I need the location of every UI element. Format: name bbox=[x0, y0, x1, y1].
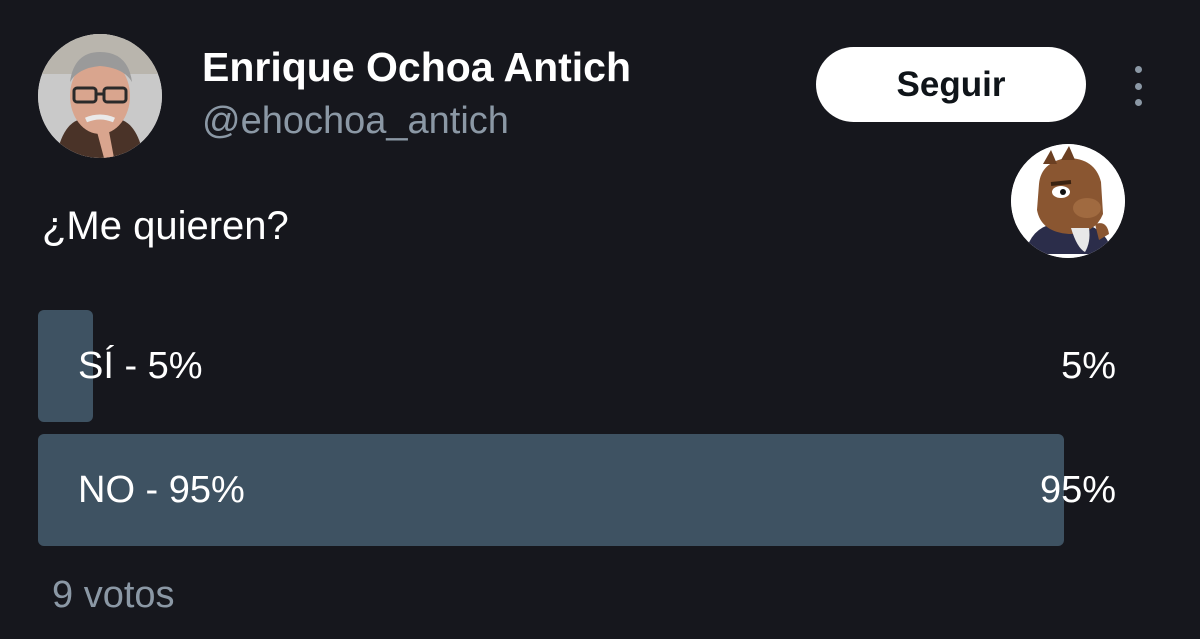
poll-option-label: SÍ - 5% bbox=[78, 344, 203, 387]
author-avatar[interactable] bbox=[38, 34, 162, 158]
poll-option-label: NO - 95% bbox=[78, 468, 245, 511]
vote-count: 9 votos bbox=[52, 574, 175, 616]
poll-option-si[interactable]: SÍ - 5% 5% bbox=[38, 310, 1118, 422]
poll-option-percent: 95% bbox=[1039, 468, 1116, 511]
author-name[interactable]: Enrique Ochoa Antich bbox=[202, 44, 631, 91]
author-avatar-image bbox=[38, 34, 162, 158]
poll-option-percent: 5% bbox=[1061, 344, 1116, 387]
capybara-sticker bbox=[1011, 144, 1125, 258]
capybara-sticker-image bbox=[1011, 144, 1125, 258]
tweet-text: ¿Me quieren? bbox=[42, 204, 289, 248]
author-handle[interactable]: @ehochoa_antich bbox=[202, 100, 509, 143]
follow-button[interactable]: Seguir bbox=[816, 47, 1086, 122]
more-options-icon[interactable] bbox=[1128, 66, 1148, 106]
poll-option-no[interactable]: NO - 95% 95% bbox=[38, 434, 1118, 546]
